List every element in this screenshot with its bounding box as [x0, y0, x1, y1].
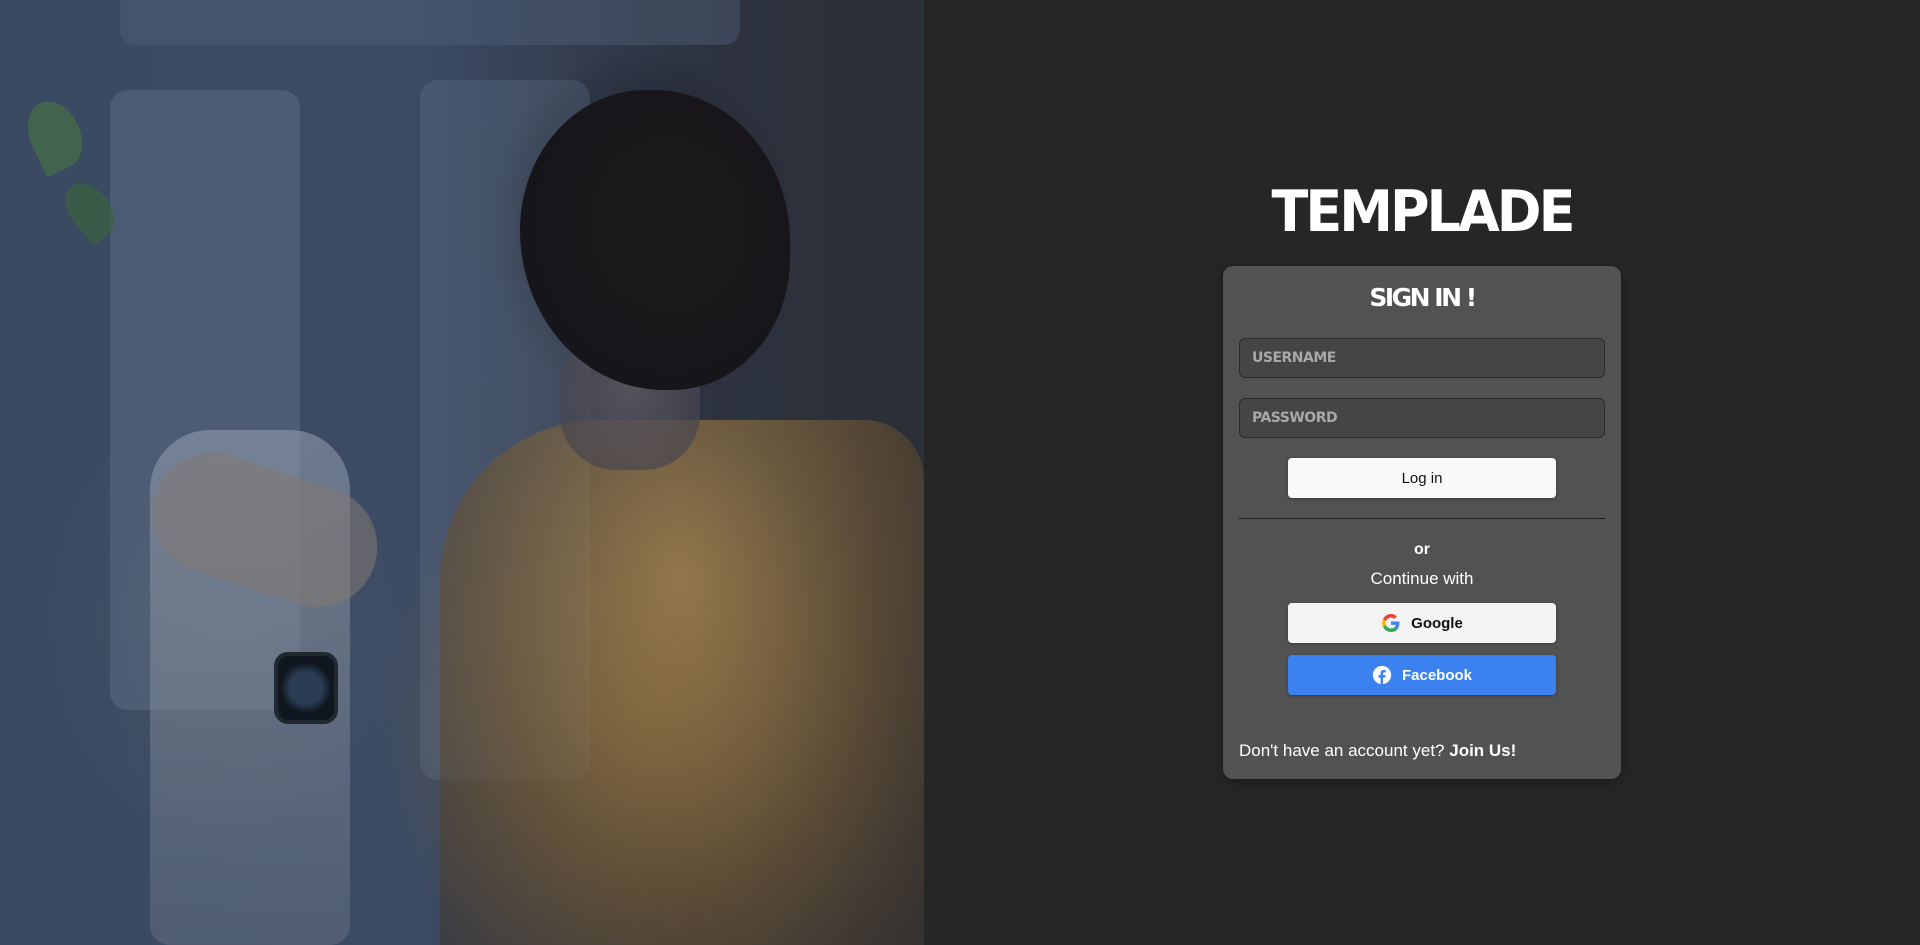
login-button[interactable]: Log in	[1288, 458, 1556, 498]
username-input[interactable]	[1239, 338, 1605, 378]
photo-plant-leaf	[17, 92, 93, 178]
facebook-icon	[1372, 665, 1392, 685]
signup-prompt: Don't have an account yet? Join Us!	[1239, 740, 1516, 762]
photo-shelf	[120, 0, 740, 45]
password-input[interactable]	[1239, 398, 1605, 438]
or-label: or	[1414, 541, 1430, 558]
facebook-signin-button[interactable]: Facebook	[1288, 655, 1556, 695]
photo-smartwatch	[274, 652, 338, 724]
login-page: TEMPLADE SIGN IN ! Log in or Continue wi…	[0, 0, 1920, 945]
google-icon	[1381, 613, 1401, 633]
continue-with-label: Continue with	[1370, 569, 1474, 588]
photo-person-sweater	[440, 420, 924, 945]
login-button-label: Log in	[1401, 469, 1443, 487]
hero-photo	[0, 0, 924, 945]
google-signin-button[interactable]: Google	[1288, 603, 1556, 643]
signup-prompt-text: Don't have an account yet?	[1239, 741, 1445, 760]
join-us-link[interactable]: Join Us!	[1449, 741, 1516, 760]
google-button-label: Google	[1411, 614, 1463, 632]
facebook-button-label: Facebook	[1401, 666, 1473, 684]
divider	[1239, 518, 1605, 519]
login-card: SIGN IN ! Log in or Continue with	[1223, 266, 1621, 779]
login-title: SIGN IN !	[1369, 283, 1477, 312]
brand-logo: TEMPLADE	[1271, 178, 1576, 245]
login-area: TEMPLADE SIGN IN ! Log in or Continue wi…	[924, 0, 1920, 945]
